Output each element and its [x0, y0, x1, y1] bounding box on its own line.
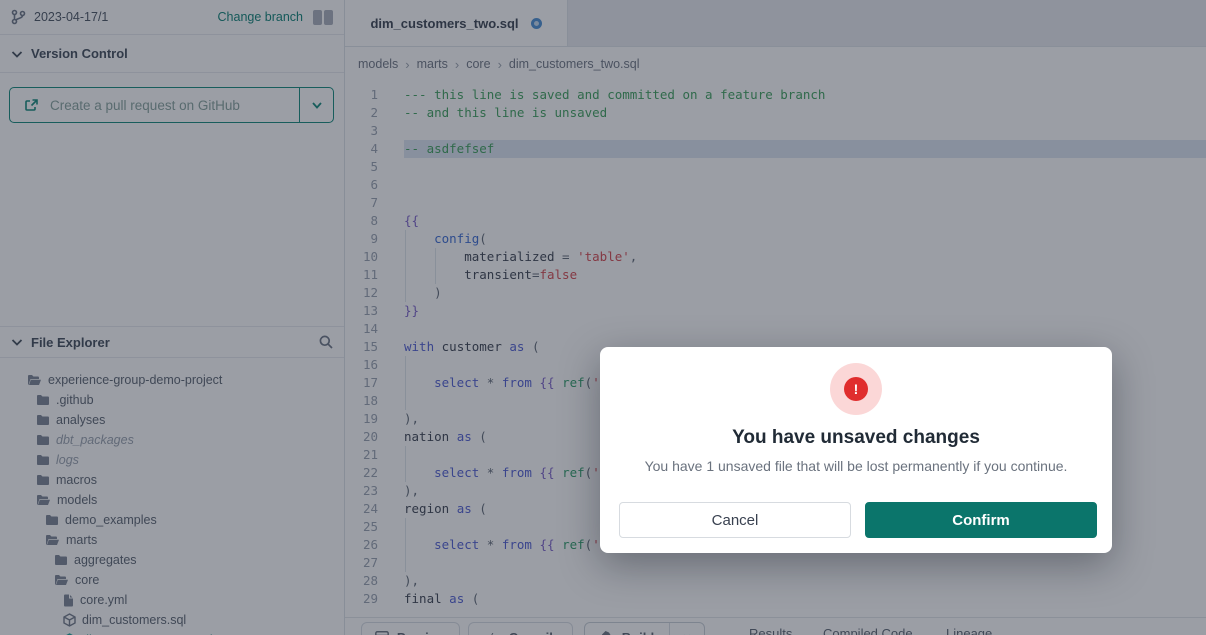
dbt-cloud-ide: 2023-04-17/1 Change branch Version Contr… [0, 0, 1206, 635]
error-icon: ! [830, 363, 882, 415]
cancel-button[interactable]: Cancel [619, 502, 851, 538]
error-exclamation-icon: ! [844, 377, 868, 401]
confirm-button[interactable]: Confirm [865, 502, 1097, 538]
modal-body-text: You have 1 unsaved file that will be los… [600, 458, 1112, 474]
modal-title: You have unsaved changes [600, 427, 1112, 449]
unsaved-changes-modal: ! You have unsaved changes You have 1 un… [600, 347, 1112, 553]
modal-actions: Cancel Confirm [619, 502, 1097, 538]
